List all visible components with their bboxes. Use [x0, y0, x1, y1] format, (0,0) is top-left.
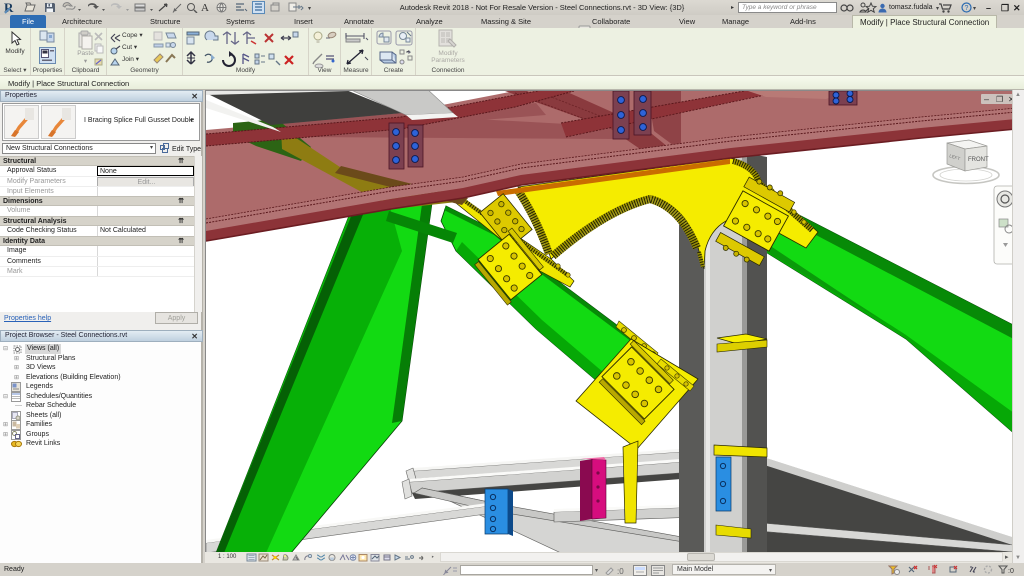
svg-text:–: – — [984, 94, 989, 104]
svg-text:FRONT: FRONT — [968, 157, 989, 163]
svg-text:?: ? — [965, 5, 969, 12]
svg-text:❐: ❐ — [996, 95, 1003, 104]
svg-text:A: A — [201, 2, 209, 13]
svg-text::0: :0 — [617, 567, 624, 575]
svg-text::0: :0 — [1008, 568, 1014, 575]
